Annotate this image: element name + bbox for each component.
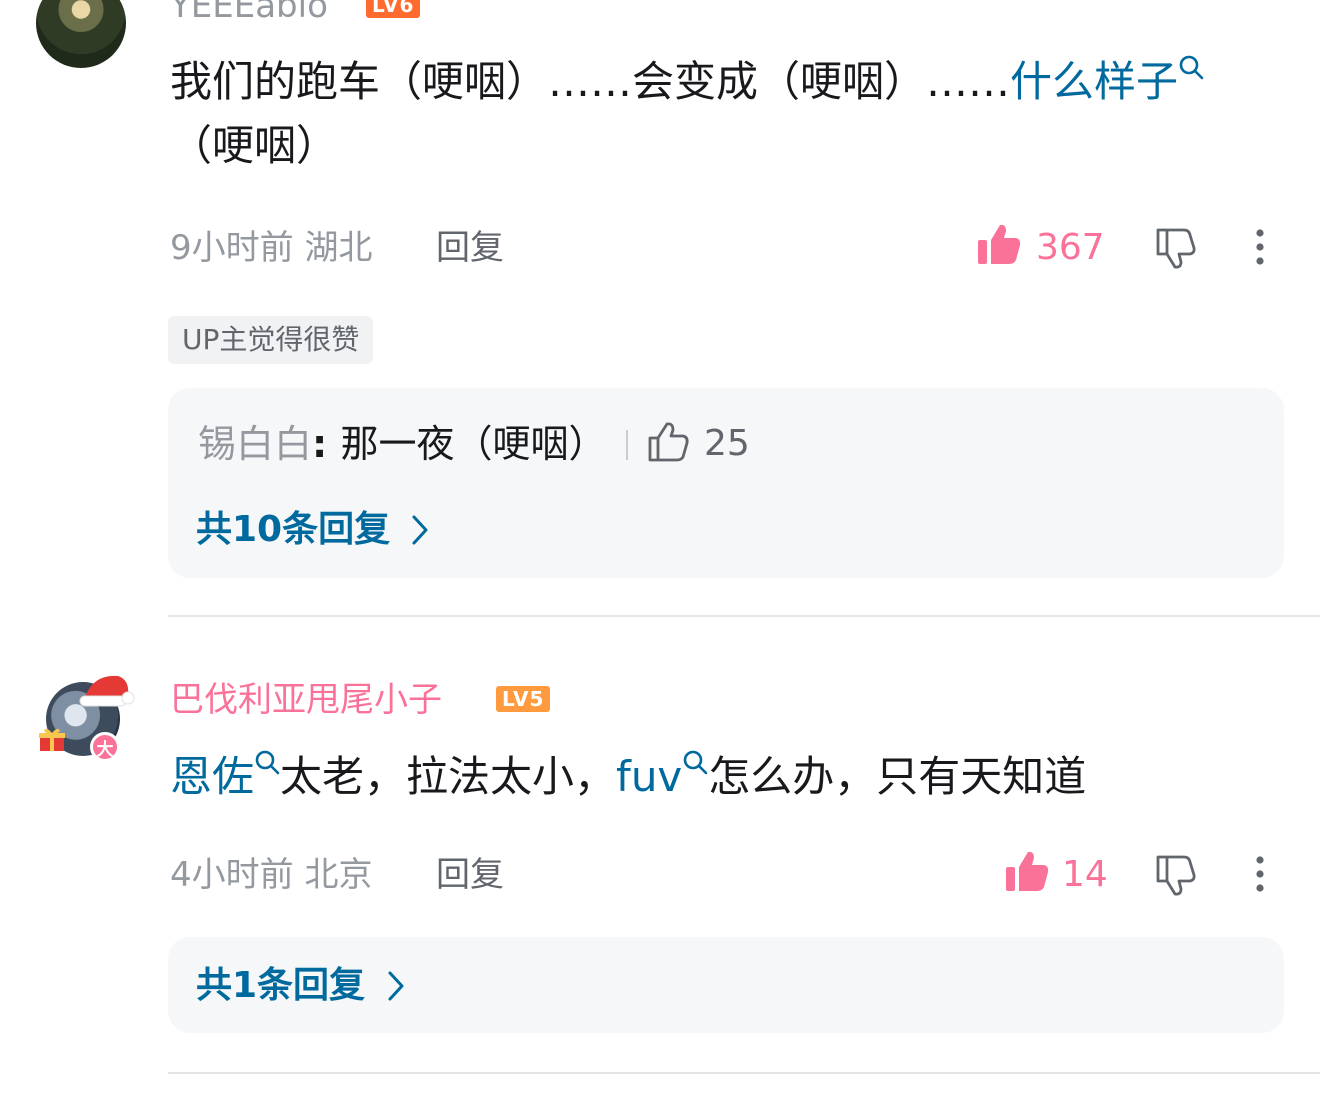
sub-reply-like-count: 25 xyxy=(704,423,750,464)
comment-divider xyxy=(168,615,1320,617)
keyword-text[interactable]: 什么样子 xyxy=(1010,57,1178,106)
comment-text: 太老，拉法太小， xyxy=(280,752,617,801)
keyword-text[interactable]: fuv xyxy=(616,752,682,801)
sub-reply[interactable]: 锡白白: 那一夜（哽咽） xyxy=(198,422,606,466)
search-keyword-link[interactable]: 恩佐 xyxy=(170,750,280,801)
santa-hat xyxy=(79,675,135,707)
more-vertical-icon[interactable] xyxy=(1250,226,1270,270)
level-badge: LV6 xyxy=(366,0,421,18)
reply-button[interactable]: 回复 xyxy=(436,228,504,268)
up-liked-tag: UP主觉得很赞 xyxy=(168,316,374,364)
gift-icon xyxy=(39,728,65,751)
keyword-text[interactable]: 恩佐 xyxy=(170,752,254,801)
search-icon xyxy=(1179,55,1204,80)
comment-meta: 9小时前 湖北 xyxy=(170,228,372,268)
sub-reply-author[interactable]: 锡白白 xyxy=(198,422,312,466)
search-icon xyxy=(683,750,708,775)
sub-reply-text: 那一夜（哽咽） xyxy=(340,422,607,466)
comment-content: 恩佐 太老，拉法太小，fuv 怎么办，只有天知道 xyxy=(170,745,1280,809)
comment-divider xyxy=(168,1072,1320,1074)
like-count: 14 xyxy=(1062,854,1108,895)
thumbs-down-icon[interactable] xyxy=(1154,853,1200,897)
comment-location: 湖北 xyxy=(304,228,373,268)
thumbs-down-icon[interactable] xyxy=(1154,226,1200,270)
vip-badge: 大 xyxy=(90,732,120,762)
divider-bar xyxy=(626,430,628,460)
like-count: 367 xyxy=(1036,227,1105,268)
comment-text: 我们的跑车（哽咽）……会变成（哽咽）…… xyxy=(170,57,1011,106)
comment-meta: 4小时前 北京 xyxy=(170,855,372,895)
comment-time: 9小时前 xyxy=(170,228,294,268)
more-vertical-icon[interactable] xyxy=(1250,853,1270,897)
sub-reply-separator: : xyxy=(312,422,341,466)
comment-text: （哽咽） xyxy=(170,121,339,170)
level-badge: LV5 xyxy=(496,686,551,712)
view-more-replies-link[interactable]: 共10条回复 xyxy=(196,508,390,552)
thumbs-up-outline-icon[interactable] xyxy=(646,420,690,464)
chevron-right-icon[interactable] xyxy=(408,514,432,546)
search-icon xyxy=(255,750,280,775)
comment-username[interactable]: 巴伐利亚甩尾小子 xyxy=(170,680,442,720)
avatar[interactable] xyxy=(36,0,126,68)
view-more-replies-link[interactable]: 共1条回复 xyxy=(196,964,365,1008)
reply-button[interactable]: 回复 xyxy=(436,855,504,895)
chevron-right-icon[interactable] xyxy=(384,970,408,1002)
thumbs-up-filled-icon[interactable] xyxy=(1004,849,1050,893)
search-keyword-link[interactable]: fuv xyxy=(616,750,708,801)
comment-content: 我们的跑车（哽咽）……会变成（哽咽）……什么样子 （哽咽） xyxy=(170,50,1280,178)
comment-username[interactable]: YEEEablo xyxy=(170,0,328,26)
thumbs-up-filled-icon[interactable] xyxy=(976,222,1022,266)
comment-text: 怎么办，只有天知道 xyxy=(708,752,1087,801)
comment-time: 4小时前 xyxy=(170,855,294,895)
search-keyword-link[interactable]: 什么样子 xyxy=(1010,55,1204,106)
comment-location: 北京 xyxy=(304,855,373,895)
